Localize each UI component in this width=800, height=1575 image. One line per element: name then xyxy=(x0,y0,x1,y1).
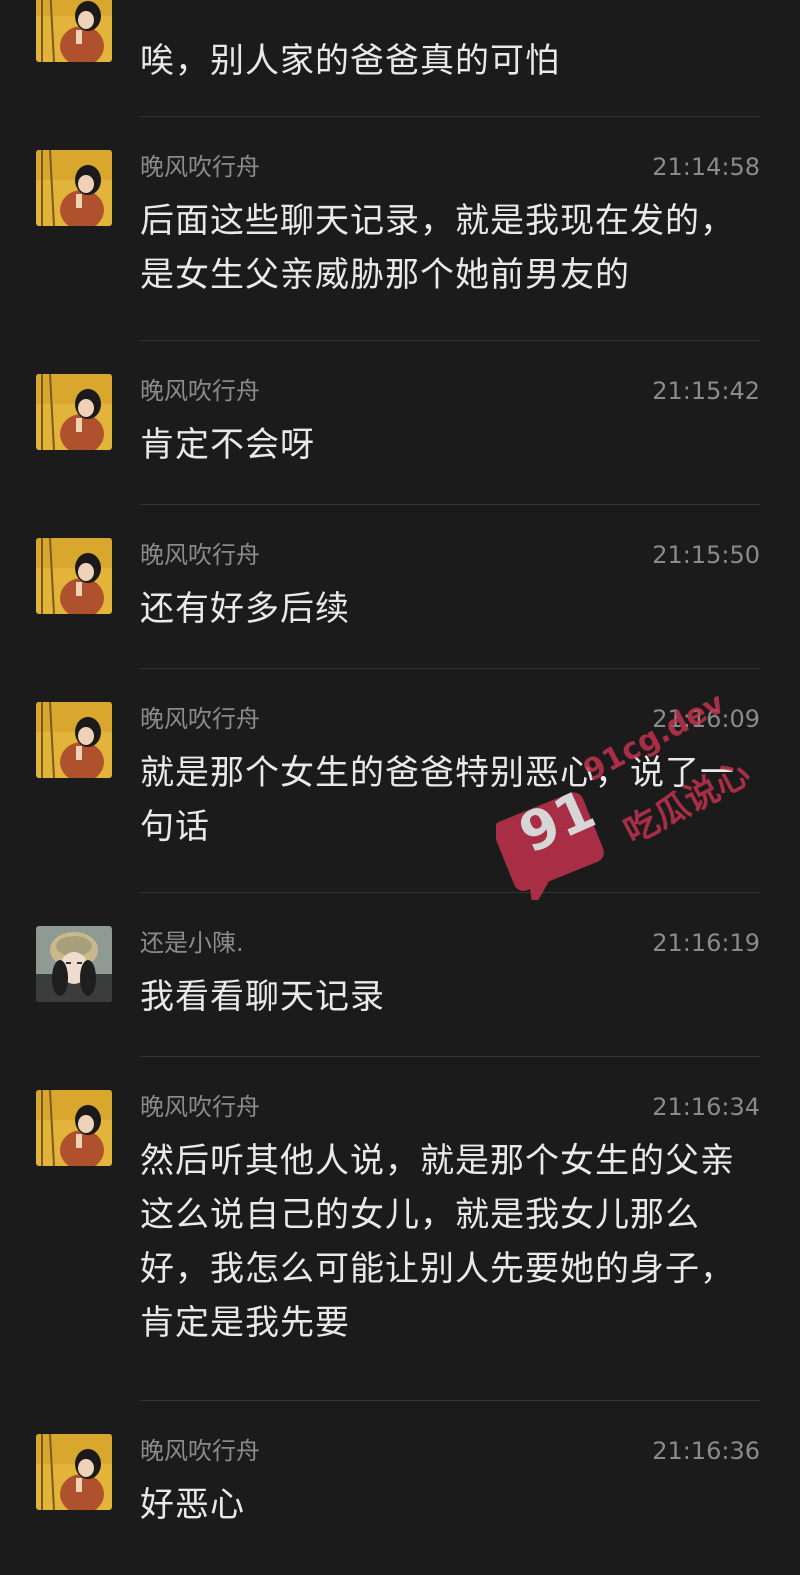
message-text: 然后听其他人说，就是那个女生的父亲这么说自己的女儿，就是我女儿那么好，我怎么可能… xyxy=(140,1141,735,1343)
sender-avatar[interactable] xyxy=(36,926,112,1002)
sender-avatar[interactable] xyxy=(36,0,112,62)
sender-avatar[interactable] xyxy=(36,702,112,778)
message-timestamp: 21:14:58 xyxy=(652,153,760,181)
message-timestamp: 21:15:50 xyxy=(652,541,760,569)
message-text: 还有好多后续 xyxy=(140,589,350,629)
illustrated-girl-avatar xyxy=(36,150,112,226)
message-timestamp: 21:16:36 xyxy=(652,1437,760,1465)
site-watermark: 91 91cg.dev 吃瓜说心 xyxy=(496,686,757,910)
illustrated-girl-avatar xyxy=(36,0,112,62)
message-text: 我看看聊天记录 xyxy=(140,977,385,1017)
message-text: 好恶心 xyxy=(140,1485,245,1525)
illustrated-girl-avatar xyxy=(36,1434,112,1510)
sender-avatar[interactable] xyxy=(36,1090,112,1166)
message-text: 唉，别人家的爸爸真的可怕 xyxy=(140,41,560,81)
illustrated-girl-avatar xyxy=(36,702,112,778)
message-divider xyxy=(140,668,760,669)
message-text: 后面这些聊天记录，就是我现在发的，是女生父亲威胁那个她前男友的 xyxy=(140,201,735,295)
message-divider xyxy=(140,116,760,117)
sender-avatar[interactable] xyxy=(36,1434,112,1510)
sender-name[interactable]: 晚风吹行舟 xyxy=(140,376,260,406)
illustrated-girl-avatar xyxy=(36,374,112,450)
sender-name[interactable]: 晚风吹行舟 xyxy=(140,152,260,182)
message-divider xyxy=(140,1400,760,1401)
message-divider xyxy=(140,1056,760,1057)
photo-girl-helmet-avatar xyxy=(36,926,112,1002)
sender-name[interactable]: 晚风吹行舟 xyxy=(140,1436,260,1466)
sender-name[interactable]: 晚风吹行舟 xyxy=(140,540,260,570)
message-timestamp: 21:15:42 xyxy=(652,377,760,405)
sender-avatar[interactable] xyxy=(36,538,112,614)
message-divider xyxy=(140,340,760,341)
sender-name[interactable]: 还是小陳. xyxy=(140,928,244,958)
message-timestamp: 21:16:34 xyxy=(652,1093,760,1121)
sender-avatar[interactable] xyxy=(36,374,112,450)
message-divider xyxy=(140,504,760,505)
illustrated-girl-avatar xyxy=(36,1090,112,1166)
message-timestamp: 21:16:19 xyxy=(652,929,760,957)
sender-avatar[interactable] xyxy=(36,150,112,226)
sender-name[interactable]: 晚风吹行舟 xyxy=(140,704,260,734)
sender-name[interactable]: 晚风吹行舟 xyxy=(140,1092,260,1122)
illustrated-girl-avatar xyxy=(36,538,112,614)
message-text: 肯定不会呀 xyxy=(140,425,315,465)
